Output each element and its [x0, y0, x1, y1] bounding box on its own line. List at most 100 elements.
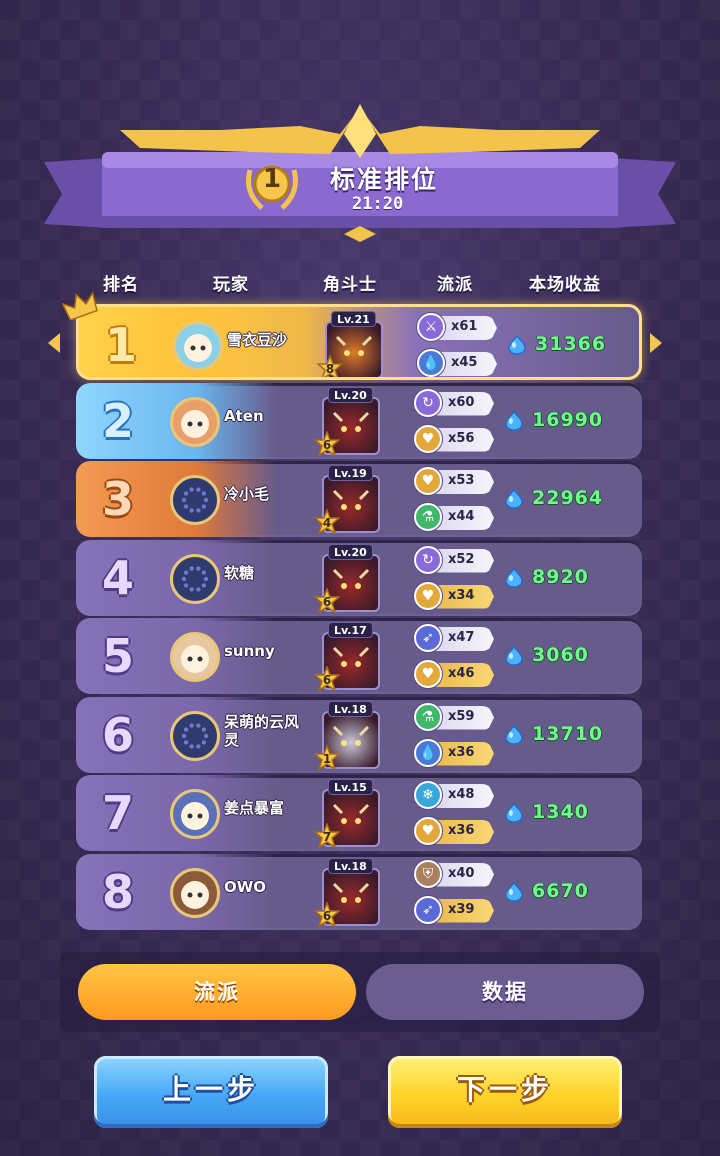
- fighter-card[interactable]: Lv.20 6: [314, 386, 382, 457]
- ranking-row[interactable]: 6 呆萌的云风灵 Lv.18 1 ⚗ x59 💧 x36 13710: [76, 696, 642, 773]
- col-header-school: 流派: [437, 275, 473, 295]
- sword-icon: ⚔: [417, 313, 445, 341]
- player-avatar[interactable]: [170, 867, 220, 918]
- fighter-level: Lv.21: [331, 311, 376, 327]
- fighter-star-count: 6: [322, 594, 332, 609]
- player-avatar[interactable]: [170, 632, 220, 682]
- tab-data[interactable]: 数据: [366, 964, 644, 1020]
- fighter-level: Lv.18: [328, 857, 373, 874]
- shield-icon: ⛨: [414, 859, 442, 888]
- school-tag[interactable]: ↻ x60: [414, 388, 494, 417]
- fighter-card[interactable]: Lv.20 6: [314, 543, 382, 614]
- school-tag[interactable]: ♥ x53: [414, 467, 494, 495]
- rank-number: 3: [101, 472, 134, 526]
- fighter-card[interactable]: Lv.21 8: [317, 311, 385, 377]
- player-avatar[interactable]: [173, 321, 223, 371]
- avatar-face-icon: [181, 880, 209, 909]
- gem-icon: [505, 489, 523, 509]
- water-drop-icon: 💧: [417, 349, 445, 377]
- col-header-earnings: 本场收益: [529, 275, 601, 295]
- player-avatar[interactable]: [170, 710, 220, 761]
- ranking-row[interactable]: 3 冷小毛 Lv.19 4 ♥ x53 ⚗ x44 22964: [76, 461, 642, 537]
- school-tag[interactable]: ⚔ x61: [417, 313, 497, 341]
- fighter-card[interactable]: Lv.15 7: [314, 779, 382, 849]
- player-avatar[interactable]: [170, 553, 220, 604]
- heart-icon: ♥: [414, 424, 442, 453]
- prev-step-button[interactable]: 上一步: [94, 1056, 328, 1128]
- fighter-card[interactable]: Lv.17 6: [314, 622, 382, 692]
- avatar-face-icon: [181, 409, 209, 438]
- school-tag[interactable]: ⚗ x44: [414, 503, 494, 531]
- earnings-value: 3060: [532, 644, 589, 666]
- school-tag[interactable]: ⚗ x59: [414, 702, 494, 731]
- next-step-button[interactable]: 下一步: [388, 1056, 622, 1128]
- school-tag[interactable]: ♥ x56: [414, 424, 494, 453]
- ranking-row[interactable]: 4 软糖 Lv.20 6 ↻ x52 ♥ x34 8920: [76, 539, 642, 616]
- gem-icon: [505, 724, 523, 745]
- fighter-card[interactable]: Lv.18 6: [314, 857, 382, 928]
- fighter-star-count: 7: [322, 830, 332, 844]
- player-name: 姜点暴富: [224, 799, 285, 817]
- player-avatar[interactable]: [170, 475, 220, 525]
- ranking-row[interactable]: 2 Aten Lv.20 6 ↻ x60 ♥ x56 16990: [76, 382, 642, 459]
- school-count: x44: [448, 509, 475, 524]
- school-tag[interactable]: ♥ x36: [414, 817, 494, 845]
- school-tag[interactable]: ➶ x47: [414, 624, 494, 652]
- potion-icon: ⚗: [414, 702, 442, 731]
- earnings-value: 13710: [532, 722, 604, 745]
- avatar-face-icon: [181, 802, 209, 830]
- rank-number: 1: [104, 318, 137, 372]
- fighter-level: Lv.18: [328, 700, 373, 717]
- player-name: Aten: [224, 406, 264, 425]
- school-count: x53: [448, 473, 475, 488]
- tab-school[interactable]: 流派: [78, 964, 356, 1020]
- school-count: x60: [448, 394, 475, 410]
- school-count: x45: [451, 355, 478, 370]
- crown-icon: [61, 290, 98, 322]
- gem-icon: [505, 881, 523, 902]
- heart-icon: ♥: [414, 660, 442, 688]
- avatar-face-icon: [181, 722, 209, 749]
- ranking-row[interactable]: 1 雪衣豆沙 Lv.21 8 ⚔ x61 💧 x45 31366: [76, 304, 642, 380]
- player-avatar[interactable]: [170, 789, 220, 839]
- rank-number: 5: [101, 629, 134, 683]
- rank-number: 7: [101, 786, 134, 840]
- school-tag[interactable]: 💧 x45: [417, 349, 497, 377]
- school-tag[interactable]: ⛨ x40: [414, 859, 494, 888]
- heart-icon: ♥: [414, 581, 442, 610]
- school-tag[interactable]: ♥ x46: [414, 660, 494, 688]
- school-tag[interactable]: ❄ x48: [414, 781, 494, 809]
- earnings-value: 1340: [532, 801, 589, 823]
- fighter-star-count: 6: [322, 908, 332, 923]
- avatar-face-icon: [181, 645, 209, 673]
- rank-number: 4: [101, 550, 134, 605]
- ranking-row[interactable]: 7 姜点暴富 Lv.15 7 ❄ x48 ♥ x36 1340: [76, 775, 642, 851]
- fighter-level: Lv.15: [328, 779, 373, 795]
- school-tag[interactable]: ↻ x52: [414, 545, 494, 574]
- gem-icon: [505, 410, 523, 431]
- school-count: x48: [448, 787, 475, 802]
- fighter-star-count: 6: [322, 437, 332, 452]
- earnings-value: 22964: [532, 487, 604, 509]
- ranking-row[interactable]: 5 sunny Lv.17 6 ➶ x47 ♥ x46 3060: [76, 618, 642, 694]
- school-count: x36: [448, 823, 475, 838]
- ranking-row[interactable]: 8 OWO Lv.18 6 ⛨ x40 ➶ x39 6670: [76, 853, 642, 930]
- school-count: x52: [448, 551, 475, 567]
- fighter-card[interactable]: Lv.18 1: [314, 700, 382, 771]
- player-name: 呆萌的云风灵: [224, 712, 300, 749]
- earnings-value: 8920: [532, 565, 589, 588]
- player-name: OWO: [224, 877, 267, 896]
- potion-icon: ⚗: [414, 503, 442, 531]
- fighter-card[interactable]: Lv.19 4: [314, 465, 382, 535]
- rank-number: 8: [101, 864, 134, 919]
- rank-emblem: 1: [240, 152, 304, 216]
- school-tag[interactable]: 💧 x36: [414, 738, 494, 767]
- gem-icon: [505, 567, 523, 588]
- school-tag[interactable]: ♥ x34: [414, 581, 494, 610]
- school-count: x47: [448, 630, 475, 645]
- school-count: x34: [448, 587, 475, 603]
- player-name: 冷小毛: [224, 485, 270, 503]
- player-avatar[interactable]: [170, 396, 220, 447]
- school-count: x59: [448, 708, 475, 724]
- school-tag[interactable]: ➶ x39: [414, 895, 494, 924]
